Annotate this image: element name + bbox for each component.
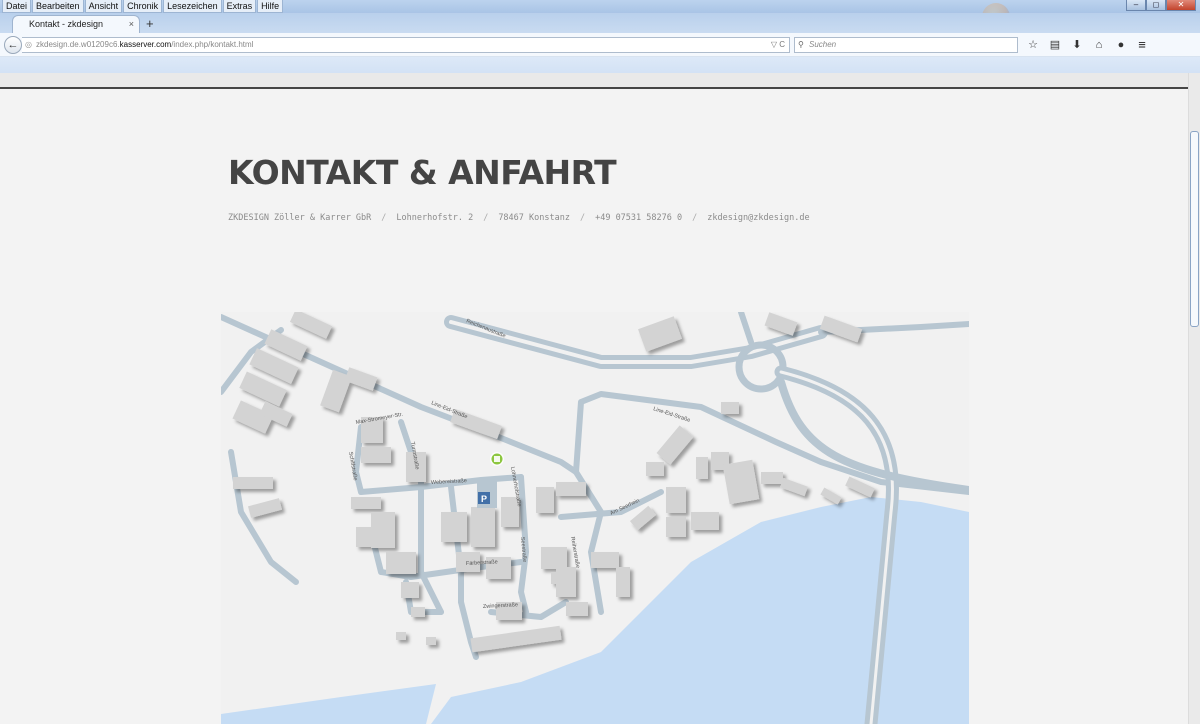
tab-title: Kontakt - zkdesign [29, 19, 104, 29]
menu-bearbeiten[interactable]: Bearbeiten [32, 0, 84, 13]
phone-number[interactable]: +49 07531 58276 0 [595, 213, 682, 223]
street-label: Reiherstraße [569, 536, 580, 568]
url-domain: kasserver.com [119, 40, 172, 49]
menu-lesezeichen[interactable]: Lesezeichen [163, 0, 222, 13]
menu-ansicht[interactable]: Ansicht [84, 0, 123, 13]
separator: / [483, 213, 489, 223]
site-info-icon[interactable]: ◎ [25, 38, 32, 52]
back-button[interactable]: ← [4, 36, 22, 54]
street-address: Lohnerhofstr. 2 [396, 213, 474, 223]
separator: / [381, 213, 387, 223]
page-viewport: KONTAKT & ANFAHRT ZKDESIGN Zöller & Karr… [0, 73, 1188, 724]
download-icon[interactable]: ⬇ [1066, 37, 1088, 53]
tab-close-icon[interactable]: × [129, 16, 134, 32]
bookmark-star-icon[interactable]: ☆ [1022, 37, 1044, 53]
site-header-bar [0, 73, 1188, 89]
city: 78467 Konstanz [498, 213, 570, 223]
menu-extras[interactable]: Extras [222, 0, 257, 13]
chat-icon[interactable]: ● [1110, 37, 1132, 53]
search-input[interactable]: ⚲ Suchen [794, 37, 1018, 53]
search-placeholder: Suchen [809, 40, 837, 49]
hamburger-menu-button[interactable]: ≡ [1132, 37, 1152, 53]
bookmarks-bar [0, 57, 1200, 73]
close-window-button[interactable]: ✕ [1166, 0, 1196, 11]
email-link[interactable]: zkdesign@zkdesign.de [707, 213, 809, 223]
navigation-bar: ← ◎ zkdesign.de.w01209c6.kasserver.com/i… [0, 33, 1200, 57]
street-label: Line-Eid-Straße [652, 406, 690, 424]
url-path: /index.php/kontakt.html [171, 40, 254, 49]
company-name: ZKDESIGN Zöller & Karrer GbR [228, 213, 372, 223]
page-title: KONTAKT & ANFAHRT [228, 153, 617, 192]
toolbar-icons: ☆ ▤ ⬇ ⌂ ● [1022, 37, 1132, 53]
map-svg: P Reichenaustraße Line-Eid-Straße Line-E… [221, 312, 969, 724]
url-prefix: zkdesign.de.w01209c6. [36, 40, 120, 49]
url-bar[interactable]: ◎ zkdesign.de.w01209c6.kasserver.com/ind… [22, 37, 790, 53]
reload-icon[interactable]: ▽ C [771, 38, 785, 52]
tab-strip: Kontakt - zkdesign × + [0, 13, 1200, 33]
company-marker-icon[interactable] [490, 452, 504, 466]
minimize-button[interactable]: – [1126, 0, 1146, 11]
separator: / [692, 213, 698, 223]
page-scrollbar[interactable] [1188, 73, 1200, 724]
scrollbar-thumb[interactable] [1190, 131, 1199, 327]
menu-chronik[interactable]: Chronik [123, 0, 163, 13]
location-map[interactable]: P Reichenaustraße Line-Eid-Straße Line-E… [221, 312, 969, 724]
search-icon: ⚲ [798, 40, 804, 49]
contact-details: ZKDESIGN Zöller & Karrer GbR / Lohnerhof… [228, 213, 810, 223]
river-water [221, 684, 436, 724]
separator: / [579, 213, 586, 223]
menu-datei[interactable]: Datei [2, 0, 32, 13]
menu-bar: Datei Bearbeiten Ansicht Chronik Lesezei… [0, 0, 1200, 31]
new-tab-button[interactable]: + [146, 16, 154, 31]
street-label: Seestraße [519, 537, 527, 563]
menu-hilfe[interactable]: Hilfe [257, 0, 284, 13]
maximize-button[interactable]: ◻ [1146, 0, 1166, 11]
tab-kontakt[interactable]: Kontakt - zkdesign × [12, 15, 140, 33]
reading-list-icon[interactable]: ▤ [1044, 37, 1066, 53]
parking-label: P [481, 494, 487, 504]
home-icon[interactable]: ⌂ [1088, 37, 1110, 53]
